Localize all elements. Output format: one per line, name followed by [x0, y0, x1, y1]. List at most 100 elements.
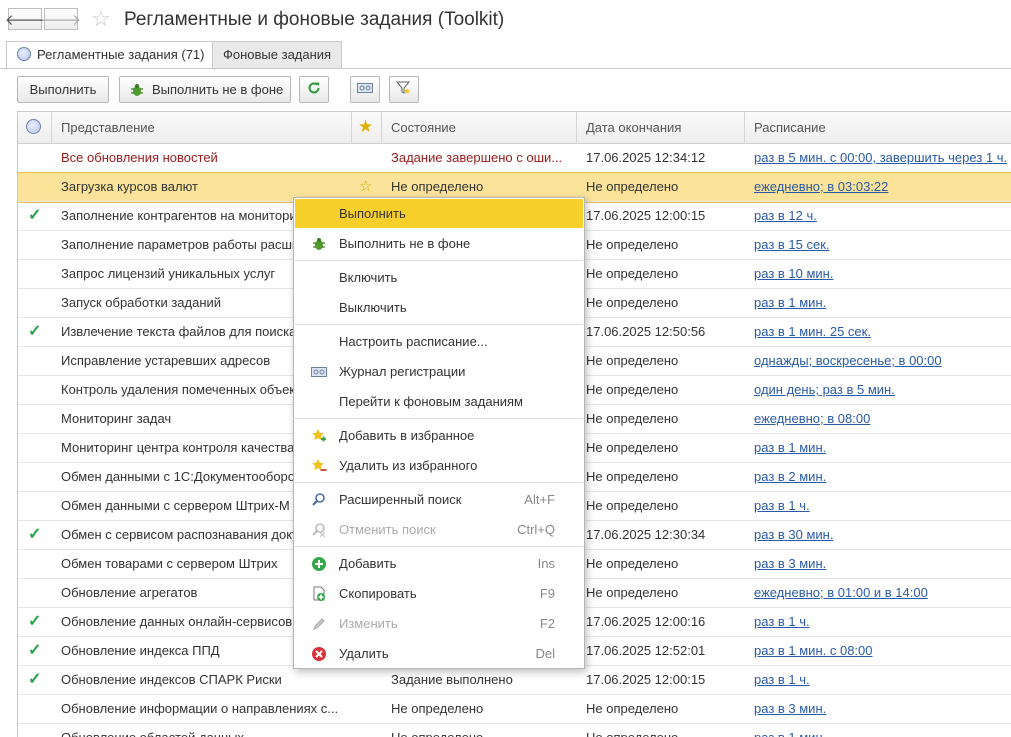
row-check-icon	[18, 405, 52, 433]
run-button[interactable]: Выполнить	[17, 76, 109, 103]
row-check-icon	[18, 550, 52, 578]
row-end-date: Не определено	[586, 353, 679, 368]
forward-button[interactable]: 🡒	[41, 8, 81, 30]
row-check-icon	[18, 463, 52, 491]
event-log-button[interactable]	[350, 76, 380, 103]
row-schedule-link[interactable]: раз в 1 мин. с 08:00	[745, 637, 1011, 665]
row-schedule-link[interactable]: раз в 1 мин.	[745, 434, 1011, 462]
bug-icon	[130, 83, 144, 97]
refresh-button[interactable]	[299, 76, 329, 103]
log-icon	[357, 82, 373, 97]
menu-item-copy[interactable]: Скопировать F9	[295, 579, 583, 608]
refresh-icon	[307, 81, 321, 98]
column-state-header[interactable]: Состояние	[382, 112, 577, 143]
row-schedule-link[interactable]: ежедневно; в 08:00	[745, 405, 1011, 433]
row-check-icon: ✓	[28, 526, 42, 543]
pencil-icon	[310, 615, 328, 633]
row-schedule-link[interactable]: ежедневно; в 03:03:22	[745, 173, 1011, 201]
menu-item-add[interactable]: Добавить Ins	[295, 549, 583, 578]
tab-scheduled-jobs[interactable]: Регламентные задания (71)	[6, 41, 216, 70]
row-end-date: Не определено	[586, 701, 679, 716]
row-end-date: Не определено	[586, 411, 679, 426]
row-schedule-link[interactable]: раз в 1 ч.	[745, 666, 1011, 694]
column-end-date-header[interactable]: Дата окончания	[577, 112, 745, 143]
menu-item-cancel-search[interactable]: Отменить поиск Ctrl+Q	[295, 515, 583, 544]
menu-item-label: Удалить из избранного	[339, 458, 478, 473]
row-schedule-link[interactable]: раз в 3 мин.	[745, 695, 1011, 723]
star-add-icon	[310, 427, 328, 445]
row-end-date: Не определено	[586, 498, 679, 513]
table-row[interactable]: ✓ Обновление индексов СПАРК Риски Задание …	[18, 666, 1011, 695]
row-schedule-link[interactable]: раз в 1 ч.	[745, 608, 1011, 636]
menu-item-label: Удалить	[339, 646, 389, 661]
menu-separator	[295, 418, 583, 419]
row-check-icon	[18, 579, 52, 607]
row-schedule-link[interactable]: раз в 30 мин.	[745, 521, 1011, 549]
column-presentation-header[interactable]: Представление	[52, 112, 352, 143]
row-name: Все обновления новостей	[61, 150, 218, 165]
row-schedule-link[interactable]: раз в 1 мин.	[745, 289, 1011, 317]
row-schedule-link[interactable]: один день; раз в 5 мин.	[745, 376, 1011, 404]
row-schedule-link[interactable]: раз в 1 ч.	[745, 492, 1011, 520]
column-status-header[interactable]	[18, 112, 52, 143]
favorite-star-icon[interactable]: ☆	[91, 6, 111, 32]
row-end-date: Не определено	[586, 237, 679, 252]
menu-item-delete[interactable]: Удалить Del	[295, 639, 583, 668]
menu-separator	[295, 324, 583, 325]
row-check-icon: ✓	[28, 323, 42, 340]
row-schedule-link[interactable]: ежедневно; в 01:00 и в 14:00	[745, 579, 1011, 607]
menu-item-goto-bg[interactable]: Перейти к фоновым заданиям	[295, 387, 583, 416]
row-schedule-link[interactable]: однажды; воскресенье; в 00:00	[745, 347, 1011, 375]
row-check-icon	[18, 173, 52, 201]
column-favorite-header[interactable]: ★	[352, 112, 382, 143]
row-state: Задание завершено с оши...	[391, 150, 563, 165]
arrow-left-icon: 🡐	[4, 11, 46, 29]
search-icon	[310, 491, 328, 509]
row-check-icon	[18, 724, 52, 737]
column-schedule-header[interactable]: Расписание	[745, 112, 1011, 143]
row-check-icon	[18, 289, 52, 317]
menu-item-adv-search[interactable]: Расширенный поиск Alt+F	[295, 485, 583, 514]
menu-item-label: Выполнить не в фоне	[339, 236, 471, 251]
row-favorite-icon	[352, 724, 382, 737]
row-end-date: Не определено	[586, 266, 679, 281]
row-schedule-link[interactable]: раз в 10 мин.	[745, 260, 1011, 288]
row-end-date: 17.06.2025 12:00:15	[586, 208, 706, 223]
menu-item-shortcut: Ins	[537, 556, 555, 571]
row-schedule-link[interactable]: раз в 5 мин. с 00:00, завершить через 1 …	[745, 144, 1011, 172]
row-schedule-link[interactable]: раз в 12 ч.	[745, 202, 1011, 230]
menu-item-edit[interactable]: Изменить F2	[295, 609, 583, 638]
table-row[interactable]: Обновление областей данных Не определеноН…	[18, 724, 1011, 737]
row-end-date: Не определено	[586, 469, 679, 484]
add-icon	[310, 555, 328, 573]
back-button[interactable]: 🡐	[4, 8, 46, 30]
cancel-search-icon	[310, 521, 328, 539]
menu-item-disable[interactable]: Выключить	[295, 293, 583, 322]
row-schedule-link[interactable]: раз в 1 мин.	[745, 724, 1011, 737]
row-schedule-link[interactable]: раз в 2 мин.	[745, 463, 1011, 491]
menu-item-schedule[interactable]: Настроить расписание...	[295, 327, 583, 356]
menu-item-enable[interactable]: Включить	[295, 263, 583, 292]
menu-item-log[interactable]: Журнал регистрации	[295, 357, 583, 386]
menu-item-run-fg[interactable]: Выполнить не в фоне	[295, 229, 583, 258]
table-row[interactable]: Все обновления новостей Задание завершено…	[18, 144, 1011, 173]
row-state: Не определено	[391, 701, 484, 716]
row-end-date: 17.06.2025 12:30:34	[586, 527, 706, 542]
menu-item-shortcut: Alt+F	[524, 492, 555, 507]
row-schedule-link[interactable]: раз в 15 сек.	[745, 231, 1011, 259]
menu-item-fav-add[interactable]: Добавить в избранное	[295, 421, 583, 450]
menu-item-run[interactable]: Выполнить	[295, 199, 583, 228]
row-check-icon	[18, 434, 52, 462]
menu-item-fav-remove[interactable]: Удалить из избранного	[295, 451, 583, 480]
row-end-date: Не определено	[586, 556, 679, 571]
row-schedule-link[interactable]: раз в 1 мин. 25 сек.	[745, 318, 1011, 346]
run-foreground-button[interactable]: Выполнить не в фоне	[119, 76, 291, 103]
context-menu: Выполнить Выполнить не в фоне Включить Выкл…	[293, 197, 585, 669]
filter-button[interactable]	[389, 76, 419, 103]
row-schedule-link[interactable]: раз в 3 мин.	[745, 550, 1011, 578]
tab-background-jobs[interactable]: Фоновые задания	[212, 41, 343, 68]
title-bar: 🡐 🡒 ☆ Регламентные и фоновые задания (To…	[0, 0, 1011, 40]
table-row[interactable]: Обновление информации о направлениях с..…	[18, 695, 1011, 724]
tab-label: Фоновые задания	[223, 47, 332, 62]
row-favorite-icon	[352, 144, 382, 172]
